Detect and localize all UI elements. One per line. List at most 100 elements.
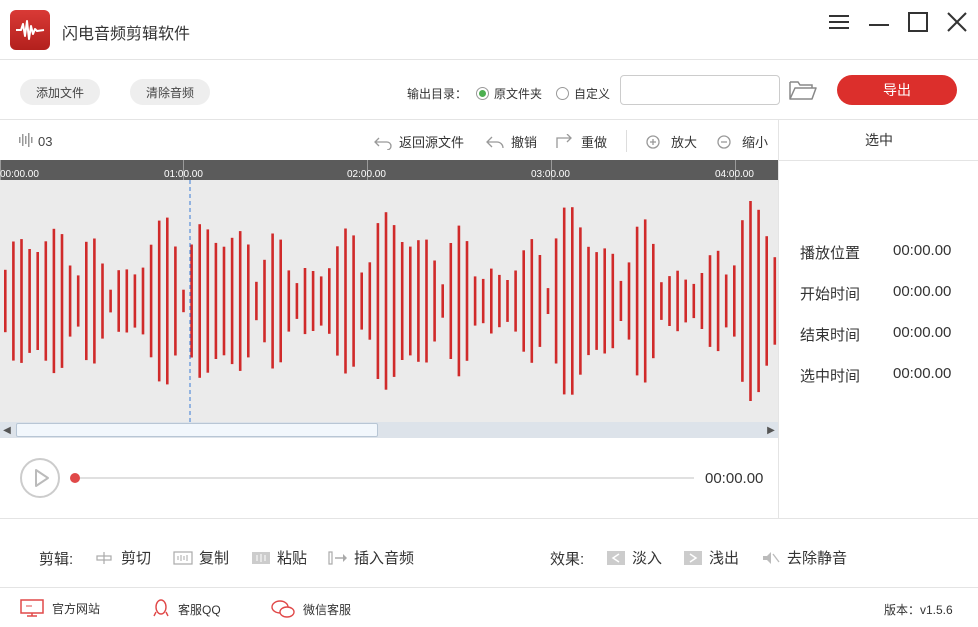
waveform-bar xyxy=(773,257,777,345)
waveform-bar xyxy=(238,231,242,371)
radio-custom-label: 自定义 xyxy=(574,87,611,101)
waveform-bar xyxy=(708,255,712,347)
waveform-bar xyxy=(255,281,258,321)
remove-silence-button[interactable]: 去除静音 xyxy=(761,547,847,568)
waveform-bar xyxy=(473,276,477,326)
copy-label: 复制 xyxy=(199,550,230,567)
start-time-row: 开始时间 00:00.00 xyxy=(800,283,960,304)
export-button[interactable]: 导出 xyxy=(837,75,957,105)
cut-label: 剪切 xyxy=(121,550,152,567)
waveform-bar xyxy=(287,270,291,332)
fade-in-button[interactable]: 淡入 xyxy=(606,547,662,568)
scroll-right-icon[interactable]: ▶ xyxy=(764,422,778,438)
timeline-ruler[interactable]: 00:00.00 01:00.00 02:00.00 03:00.00 04:0… xyxy=(0,160,778,180)
waveform-bar xyxy=(619,280,623,321)
current-time: 00:00.00 xyxy=(705,470,764,487)
waveform-bar xyxy=(724,274,728,328)
waveform-bar xyxy=(449,243,453,359)
play-position-value: 00:00.00 xyxy=(893,242,952,259)
waveform-bar xyxy=(182,289,185,313)
radio-unchecked-icon xyxy=(556,87,569,100)
progress-knob[interactable] xyxy=(70,473,80,483)
qq-penguin-icon xyxy=(153,599,169,617)
paste-button[interactable]: 粘贴 xyxy=(251,547,307,568)
ruler-label: 02:00.00 xyxy=(347,169,386,180)
ruler-label: 00:00.00 xyxy=(0,169,39,180)
waveform-bar xyxy=(271,233,274,369)
zoom-out-button[interactable]: 缩小 xyxy=(716,132,768,151)
zoom-in-label: 放大 xyxy=(671,135,698,150)
waveform-bar xyxy=(765,236,768,366)
waveform-bar xyxy=(546,288,550,314)
mute-icon xyxy=(763,551,780,564)
start-time-label: 开始时间 xyxy=(800,286,861,303)
folder-open-icon[interactable] xyxy=(788,78,818,104)
waveform-bar xyxy=(295,283,299,319)
waveform-bar xyxy=(611,253,615,349)
wechat-support-link[interactable]: 微信客服 xyxy=(271,599,351,619)
waveform-bar xyxy=(417,240,420,362)
selected-duration-row: 选中时间 00:00.00 xyxy=(800,365,960,386)
toolbar: 添加文件 清除音频 输出目录： 原文件夹 自定义 导出 xyxy=(0,60,978,120)
ruler-label: 03:00.00 xyxy=(531,169,570,180)
fade-out-icon xyxy=(684,550,702,565)
end-time-value: 00:00.00 xyxy=(893,324,952,341)
redo-button[interactable]: 重做 xyxy=(555,132,607,151)
waveform-bar xyxy=(481,278,485,324)
waveform-bar xyxy=(166,217,169,385)
zoom-in-button[interactable]: 放大 xyxy=(645,132,697,151)
waveform-bar xyxy=(595,252,598,350)
waveform-bar xyxy=(368,262,372,340)
radio-source-folder[interactable]: 原文件夹 xyxy=(476,85,542,102)
selected-duration-value: 00:00.00 xyxy=(893,365,952,382)
waveform-bar xyxy=(76,275,80,327)
copy-button[interactable]: 复制 xyxy=(173,547,229,568)
waveform-bar xyxy=(749,201,752,401)
qq-support-link[interactable]: 客服QQ xyxy=(152,599,221,619)
play-position-label: 播放位置 xyxy=(800,245,861,262)
waveform-bar xyxy=(360,272,363,330)
waveform-bar xyxy=(692,283,696,319)
paste-label: 粘贴 xyxy=(277,550,308,567)
play-position-row: 播放位置 00:00.00 xyxy=(800,242,960,263)
copy-icon xyxy=(173,550,193,565)
close-icon[interactable] xyxy=(943,8,971,36)
waveform-bar xyxy=(554,238,558,364)
waveform-bar xyxy=(741,220,744,382)
waveform-bar xyxy=(174,246,177,356)
waveform-bar xyxy=(311,271,315,331)
waveform-bar xyxy=(279,239,282,363)
undo-icon xyxy=(486,136,504,148)
maximize-icon[interactable] xyxy=(904,8,932,36)
clear-audio-button[interactable]: 清除音频 xyxy=(130,79,210,105)
cut-button[interactable]: 剪切 xyxy=(95,547,151,568)
add-file-button[interactable]: 添加文件 xyxy=(20,79,100,105)
scrollbar-thumb[interactable] xyxy=(16,423,378,437)
output-path-input[interactable] xyxy=(620,75,780,105)
waveform-bar xyxy=(12,241,15,361)
fade-out-button[interactable]: 浅出 xyxy=(683,547,739,568)
remove-silence-label: 去除静音 xyxy=(787,550,848,567)
waveform-bar xyxy=(603,248,606,354)
minimize-icon[interactable] xyxy=(865,8,893,36)
menu-icon[interactable] xyxy=(825,8,853,36)
scroll-left-icon[interactable]: ◀ xyxy=(0,422,14,438)
ruler-label: 04:00.00 xyxy=(715,169,754,180)
selected-duration-label: 选中时间 xyxy=(800,368,861,385)
play-button[interactable] xyxy=(20,458,60,498)
waveform-bar xyxy=(68,265,72,337)
insert-audio-button[interactable]: 插入音频 xyxy=(328,547,414,568)
start-time-value: 00:00.00 xyxy=(893,283,952,300)
revert-source-button[interactable]: 返回源文件 xyxy=(373,132,464,151)
radio-custom-folder[interactable]: 自定义 xyxy=(556,85,610,102)
app-title: 闪电音频剪辑软件 xyxy=(62,26,191,43)
waveform-bar xyxy=(757,209,760,393)
playback-progress[interactable] xyxy=(70,473,694,483)
undo-button[interactable]: 撤销 xyxy=(485,132,537,151)
waveform-bar xyxy=(530,239,534,363)
monitor-icon xyxy=(20,599,44,617)
waveform-area[interactable] xyxy=(0,180,778,422)
horizontal-scrollbar[interactable]: ◀ ▶ xyxy=(0,422,778,438)
official-website-link[interactable]: 官方网站 xyxy=(20,599,100,617)
waveform-bar xyxy=(230,237,234,365)
